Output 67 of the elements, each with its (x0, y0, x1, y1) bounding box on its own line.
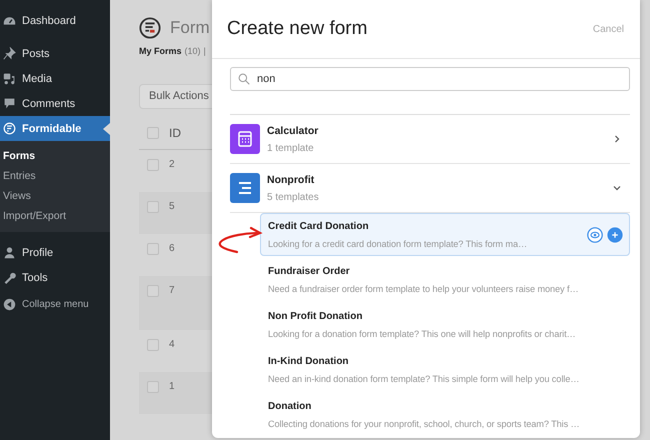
column-header: ID (169, 126, 181, 140)
sidebar-menu-item[interactable]: Comments (0, 91, 110, 116)
checkbox[interactable] (147, 243, 159, 255)
submenu-item[interactable]: Forms (0, 146, 110, 166)
table-cell: 6 (169, 243, 175, 254)
collapse-icon (3, 298, 16, 311)
table-cell: 1 (169, 381, 175, 392)
template-name: Fundraiser Order (268, 266, 351, 276)
template-item[interactable]: Credit Card Donation Looking for a credit card donation form template? This form ma… (260, 213, 630, 256)
checkbox[interactable] (147, 285, 159, 297)
table-cell: 4 (169, 339, 175, 350)
page-title: Form (170, 18, 210, 38)
template-item[interactable]: Fundraiser Order Need a fundraiser order form template to help your volunteers raise money f… (260, 258, 630, 301)
eye-icon[interactable] (587, 226, 603, 242)
category-name: Calculator (267, 124, 320, 136)
pin-icon (3, 47, 16, 60)
checkbox[interactable] (147, 381, 159, 393)
table-cell: 7 (169, 285, 175, 296)
submenu-item[interactable]: Views (0, 186, 110, 206)
template-name: Non Profit Donation (268, 310, 364, 322)
chevron-right-icon[interactable] (612, 134, 622, 144)
sidebar-menu-item[interactable]: Formidable (0, 116, 110, 141)
template-item[interactable]: Non Profit Donation Looking for a donation form template? This one will help nonprofits or charit… (260, 303, 630, 346)
sidebar-menu-item[interactable]: Posts (0, 41, 110, 66)
sidebar-menu-item[interactable]: Media (0, 66, 110, 91)
template-name: Credit Card Donation (268, 220, 370, 232)
category-name: Nonprofit (267, 174, 316, 186)
speech-bubble-icon (3, 97, 16, 110)
table-cell: 5 (169, 201, 175, 212)
form-logo-icon (3, 122, 16, 135)
template-count: 1 template (267, 142, 315, 154)
template-item[interactable]: In-Kind Donation Need an in-kind donation form template? This simple form will help you colle… (260, 348, 630, 391)
template-count: 5 templates (267, 192, 320, 202)
dialog-title: Create new form (227, 18, 368, 40)
template-name: In-Kind Donation (268, 356, 350, 366)
template-description: Looking for a donation form template? This one will help nonprofits or charit… (268, 328, 577, 338)
search-icon (238, 73, 250, 85)
table-cell: 2 (169, 159, 175, 170)
template-name: Donation (268, 400, 312, 412)
annotation-arrow (217, 225, 263, 255)
checkbox[interactable] (147, 201, 159, 213)
chevron-down-icon[interactable] (612, 183, 622, 193)
sidebar-menu-item[interactable]: Profile (0, 240, 110, 265)
template-description: Need an in-kind donation form template? This simple form will help you colle… (268, 374, 580, 384)
template-description: Collecting donations for your nonprofit, school, church, or sports team? This … (268, 418, 581, 428)
separator: | (204, 46, 206, 56)
search-field[interactable]: non (230, 67, 630, 91)
template-item[interactable]: Donation Collecting donations for your nonprofit, school, church, or sports team? This … (260, 393, 630, 436)
bulk-actions-dropdown[interactable]: Bulk Actions (139, 84, 212, 109)
checkbox[interactable] (147, 339, 159, 351)
checkbox[interactable] (147, 159, 159, 171)
my-forms-link[interactable]: My Forms (139, 46, 182, 56)
forms-count: (10) (184, 46, 201, 56)
template-category[interactable]: Calculator 1 template (230, 115, 630, 164)
person-icon (3, 246, 16, 259)
sidebar-menu-item[interactable]: Tools (0, 265, 110, 290)
template-description: Looking for a credit card donation form template? This form ma… (268, 238, 528, 248)
submenu-item[interactable]: Entries (0, 166, 110, 186)
sidebar-menu-item[interactable]: Dashboard (0, 8, 110, 33)
media-icon (3, 72, 16, 85)
form-logo-icon (139, 17, 161, 39)
collapse-menu-button[interactable]: Collapse menu (0, 292, 110, 317)
add-icon[interactable] (607, 226, 623, 242)
template-description: Need a fundraiser order form template to help your volunteers raise money f… (268, 284, 580, 294)
wrench-icon (3, 271, 16, 284)
submenu-item[interactable]: Import/Export (0, 206, 110, 226)
checkbox[interactable] (147, 127, 159, 139)
